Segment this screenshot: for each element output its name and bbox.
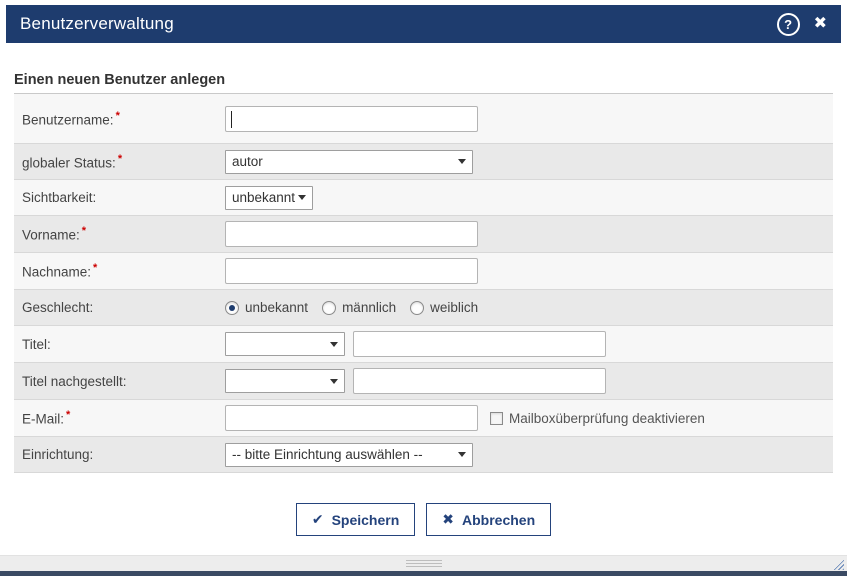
chevron-down-icon (330, 379, 338, 384)
row-vorname: Vorname:* (14, 216, 833, 253)
row-email: E-Mail:* Mailboxüberprüfung deaktivieren (14, 400, 833, 437)
save-button-label: Speichern (332, 512, 400, 528)
dialog-titlebar: Benutzerverwaltung ? ✖ (6, 5, 841, 43)
sichtbarkeit-select[interactable]: unbekannt (225, 186, 313, 210)
row-einrichtung: Einrichtung: -- bitte Einrichtung auswäh… (14, 437, 833, 473)
check-icon: ✔ (312, 511, 324, 528)
radio-unbekannt[interactable] (225, 301, 239, 315)
required-mark: * (82, 225, 86, 237)
x-icon: ✖ (442, 511, 454, 528)
save-button[interactable]: ✔ Speichern (296, 503, 415, 536)
form-rows: Benutzername:* globaler Status:* autor S… (14, 94, 833, 473)
required-mark: * (66, 409, 70, 421)
mailbox-check-disable-checkbox[interactable] (490, 412, 503, 425)
dialog-content: Einen neuen Benutzer anlegen Benutzernam… (14, 43, 833, 536)
row-titel: Titel: (14, 326, 833, 363)
globaler-status-label: globaler Status:* (22, 153, 225, 171)
help-icon[interactable]: ? (777, 13, 800, 36)
radio-maennlich[interactable] (322, 301, 336, 315)
einrichtung-value: -- bitte Einrichtung auswählen -- (232, 447, 423, 462)
row-geschlecht: Geschlecht: unbekannt männlich weiblich (14, 290, 833, 326)
nachname-input[interactable] (225, 258, 478, 284)
required-mark: * (118, 153, 122, 165)
row-benutzername: Benutzername:* (14, 94, 833, 144)
titel-nachgestellt-label: Titel nachgestellt: (22, 374, 225, 389)
mailbox-check-disable-label: Mailboxüberprüfung deaktivieren (509, 411, 705, 426)
einrichtung-select[interactable]: -- bitte Einrichtung auswählen -- (225, 443, 473, 467)
dialog-bottom-border (0, 571, 847, 576)
nachname-label: Nachname:* (22, 262, 225, 280)
titlebar-icons: ? ✖ (777, 13, 827, 36)
titel-select[interactable] (225, 332, 345, 356)
email-input[interactable] (225, 405, 478, 431)
chevron-down-icon (330, 342, 338, 347)
vorname-input[interactable] (225, 221, 478, 247)
email-label: E-Mail:* (22, 409, 225, 427)
chevron-down-icon (458, 452, 466, 457)
radio-unbekannt-label: unbekannt (245, 300, 308, 315)
titel-label: Titel: (22, 337, 225, 352)
titel-nachgestellt-select[interactable] (225, 369, 345, 393)
required-mark: * (116, 110, 120, 122)
globaler-status-select[interactable]: autor (225, 150, 473, 174)
chevron-down-icon (298, 195, 306, 200)
row-nachname: Nachname:* (14, 253, 833, 290)
text-caret (231, 111, 232, 128)
sichtbarkeit-value: unbekannt (232, 190, 295, 205)
required-mark: * (93, 262, 97, 274)
benutzername-input[interactable] (225, 106, 478, 132)
resize-bar (0, 555, 847, 571)
geschlecht-radio-group: unbekannt männlich weiblich (225, 300, 486, 315)
chevron-down-icon (458, 159, 466, 164)
vorname-label: Vorname:* (22, 225, 225, 243)
titel-input[interactable] (353, 331, 606, 357)
cancel-button-label: Abbrechen (462, 512, 535, 528)
titel-nachgestellt-input[interactable] (353, 368, 606, 394)
globaler-status-value: autor (232, 154, 263, 169)
benutzername-label: Benutzername:* (22, 110, 225, 128)
resize-corner-icon[interactable] (831, 557, 844, 570)
sichtbarkeit-label: Sichtbarkeit: (22, 190, 225, 205)
form-heading: Einen neuen Benutzer anlegen (14, 72, 833, 94)
row-globaler-status: globaler Status:* autor (14, 144, 833, 180)
row-sichtbarkeit: Sichtbarkeit: unbekannt (14, 180, 833, 216)
dialog-title: Benutzerverwaltung (20, 14, 174, 34)
cancel-button[interactable]: ✖ Abbrechen (426, 503, 551, 536)
geschlecht-label: Geschlecht: (22, 300, 225, 315)
row-titel-nachgestellt: Titel nachgestellt: (14, 363, 833, 400)
resize-grip-handle[interactable] (406, 560, 442, 567)
radio-maennlich-label: männlich (342, 300, 396, 315)
close-icon[interactable]: ✖ (814, 16, 827, 32)
button-bar: ✔ Speichern ✖ Abbrechen (14, 503, 833, 536)
einrichtung-label: Einrichtung: (22, 447, 225, 462)
radio-weiblich-label: weiblich (430, 300, 478, 315)
radio-weiblich[interactable] (410, 301, 424, 315)
